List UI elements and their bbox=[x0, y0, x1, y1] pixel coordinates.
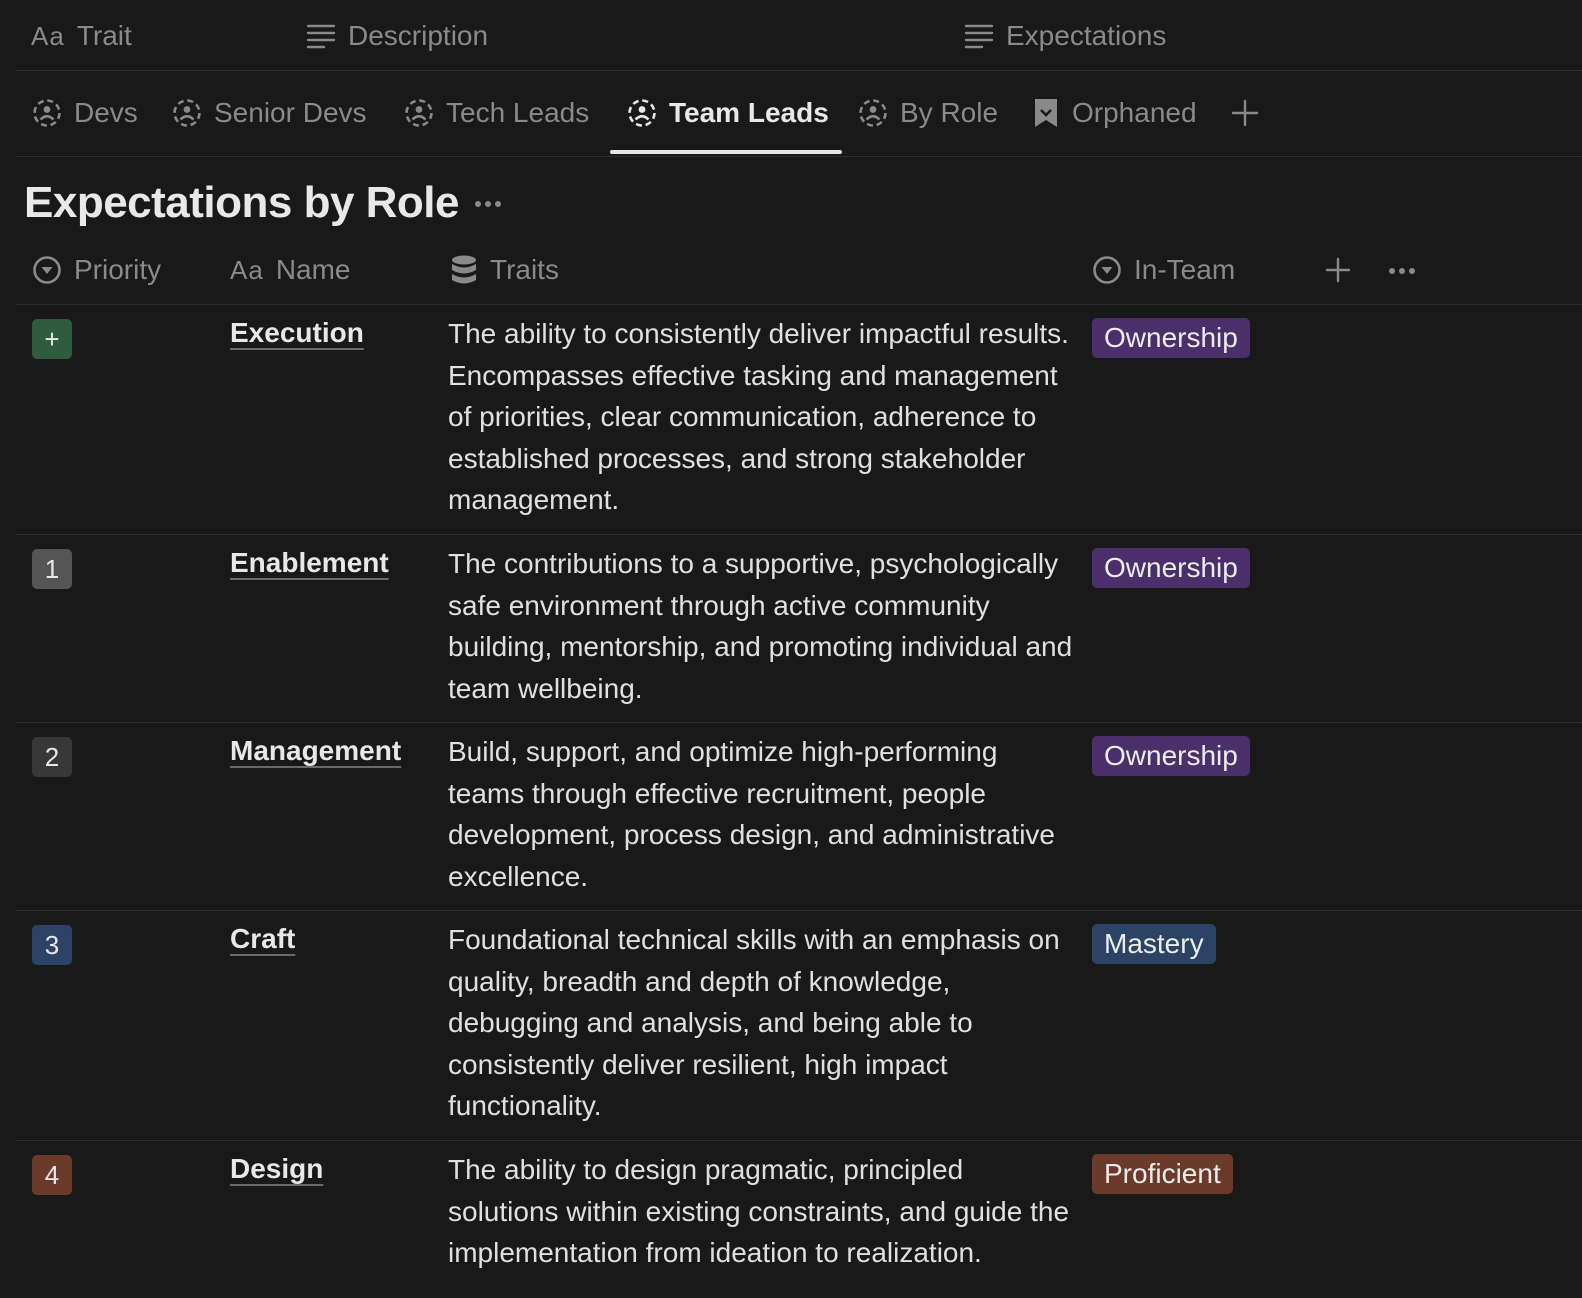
row-name-link[interactable]: Craft bbox=[230, 923, 295, 955]
tab-senior-devs[interactable]: Senior Devs bbox=[172, 70, 367, 156]
tab-devs[interactable]: Devs bbox=[32, 70, 138, 156]
row-description: The ability to design pragmatic, princip… bbox=[448, 1154, 1070, 1269]
in-team-tag[interactable]: Ownership bbox=[1092, 736, 1250, 776]
tab-label: Senior Devs bbox=[214, 97, 367, 128]
priority-badge[interactable]: 2 bbox=[32, 737, 72, 777]
select-icon bbox=[32, 255, 62, 285]
tab-by-role[interactable]: By Role bbox=[858, 70, 998, 156]
priority-badge[interactable]: + bbox=[32, 319, 72, 359]
tab-label: By Role bbox=[900, 97, 999, 128]
row-description: Build, support, and optimize high-perfor… bbox=[448, 736, 1056, 892]
tab-orphaned[interactable]: Orphaned bbox=[1032, 70, 1197, 156]
table-row[interactable]: 3 Craft Foundational technical skills wi… bbox=[16, 911, 1582, 1141]
add-property-button[interactable] bbox=[1324, 256, 1352, 284]
plus-icon bbox=[1231, 99, 1259, 127]
description-column-header[interactable]: Description bbox=[306, 20, 488, 52]
more-options-button[interactable] bbox=[470, 192, 506, 216]
in-team-tag[interactable]: Ownership bbox=[1092, 318, 1250, 358]
table-row[interactable]: 4 Design The ability to design pragmatic… bbox=[16, 1141, 1582, 1298]
view-icon bbox=[627, 98, 657, 128]
tab-label: Team Leads bbox=[669, 97, 829, 128]
view-icon bbox=[172, 98, 202, 128]
plus-icon bbox=[1325, 257, 1351, 283]
row-name-link[interactable]: Management bbox=[230, 735, 401, 767]
bookmark-icon bbox=[1032, 97, 1060, 129]
title-property-icon: Aa bbox=[31, 20, 65, 51]
title-property-icon: Aa bbox=[230, 254, 264, 285]
tab-label: Tech Leads bbox=[446, 97, 590, 128]
expectations-column-header[interactable]: Expectations bbox=[964, 20, 1166, 52]
traits-header-label: Traits bbox=[490, 254, 559, 285]
name-header-label: Name bbox=[275, 254, 351, 285]
tab-label: Devs bbox=[74, 97, 138, 128]
in-team-tag[interactable]: Ownership bbox=[1092, 548, 1250, 588]
expectations-header-label: Expectations bbox=[1006, 20, 1167, 51]
ellipsis-icon bbox=[1389, 268, 1415, 274]
property-header: Aa Trait Description Expectations bbox=[16, 0, 1582, 71]
page-title: Expectations by Role bbox=[24, 178, 460, 227]
text-lines-icon bbox=[964, 23, 994, 49]
view-icon bbox=[858, 98, 888, 128]
row-description: The contributions to a supportive, psych… bbox=[448, 548, 1073, 704]
active-tab-indicator bbox=[610, 150, 842, 154]
in-team-tag[interactable]: Mastery bbox=[1092, 924, 1216, 964]
view-icon bbox=[404, 98, 434, 128]
priority-badge[interactable]: 1 bbox=[32, 549, 72, 589]
text-lines-icon bbox=[306, 23, 336, 49]
row-description: The ability to consistently deliver impa… bbox=[448, 318, 1069, 516]
table-row[interactable]: + Execution The ability to consistently … bbox=[16, 305, 1582, 535]
priority-badge[interactable]: 3 bbox=[32, 925, 72, 965]
priority-badge[interactable]: 4 bbox=[32, 1155, 72, 1195]
tab-team-leads[interactable]: Team Leads bbox=[627, 70, 829, 156]
in-team-header-label: In-Team bbox=[1134, 254, 1236, 285]
ellipsis-icon bbox=[475, 201, 501, 207]
in-team-tag[interactable]: Proficient bbox=[1092, 1154, 1233, 1194]
row-name-link[interactable]: Enablement bbox=[230, 547, 389, 579]
row-description: Foundational technical skills with an em… bbox=[448, 924, 1060, 1122]
table-row[interactable]: 2 Management Build, support, and optimiz… bbox=[16, 723, 1582, 911]
row-name-link[interactable]: Execution bbox=[230, 317, 364, 349]
tab-label: Orphaned bbox=[1072, 97, 1197, 128]
add-view-button[interactable] bbox=[1230, 98, 1260, 128]
priority-column-header[interactable]: Priority bbox=[32, 254, 161, 286]
view-icon bbox=[32, 98, 62, 128]
description-header-label: Description bbox=[348, 20, 489, 51]
trait-header-label: Trait bbox=[76, 20, 132, 51]
database-icon bbox=[450, 254, 478, 286]
view-tabs: Devs Senior Devs Tech Leads Team Leads B… bbox=[16, 70, 1582, 157]
traits-column-header[interactable]: Traits bbox=[450, 254, 559, 286]
priority-header-label: Priority bbox=[74, 254, 162, 285]
table-options-button[interactable] bbox=[1386, 260, 1418, 282]
name-column-header[interactable]: Aa Name bbox=[230, 254, 351, 286]
trait-column-header[interactable]: Aa Trait bbox=[31, 20, 132, 52]
table-header: Priority Aa Name Traits In-Team bbox=[16, 238, 1582, 305]
select-icon bbox=[1092, 255, 1122, 285]
table-row[interactable]: 1 Enablement The contributions to a supp… bbox=[16, 535, 1582, 723]
tab-tech-leads[interactable]: Tech Leads bbox=[404, 70, 589, 156]
in-team-column-header[interactable]: In-Team bbox=[1092, 254, 1235, 286]
row-name-link[interactable]: Design bbox=[230, 1153, 323, 1185]
